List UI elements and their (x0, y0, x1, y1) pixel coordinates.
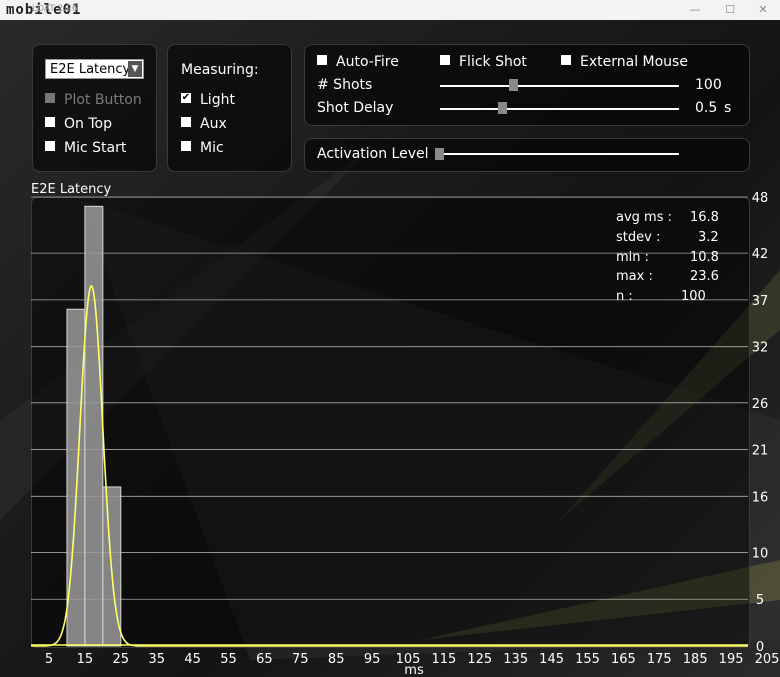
x-tick-label: 165 (611, 652, 636, 667)
histogram-bar (84, 205, 104, 647)
latency-histogram: 0510162126323742485 15 25 35 45 55 65 75 85 95 105… (31, 191, 780, 677)
y-tick-label: 5 (756, 593, 764, 608)
stat-n-value: 100 (681, 289, 706, 304)
x-tick-label: 185 (683, 652, 708, 667)
x-tick-label: 5 (45, 652, 53, 667)
y-tick-label: 32 (752, 341, 769, 356)
x-tick-label: 125 (467, 652, 492, 667)
x-tick-label: 155 (575, 652, 600, 667)
stat-n-label: n : (616, 289, 633, 304)
x-tick-label: 135 (503, 652, 528, 667)
stat-avg-label: avg ms : (616, 210, 672, 225)
x-tick-label: 55 (220, 652, 237, 667)
x-tick-label: 25 (113, 652, 130, 667)
x-tick-label: 65 (256, 652, 273, 667)
y-tick-label: 10 (752, 546, 769, 561)
stat-max-value: 23.6 (690, 269, 719, 284)
y-tick-label: 48 (752, 191, 769, 206)
x-tick-label: 95 (364, 652, 381, 667)
x-tick-label: 175 (647, 652, 672, 667)
y-tick-label: 42 (752, 247, 769, 262)
y-tick-label: 16 (752, 490, 769, 505)
y-tick-label: 37 (752, 294, 769, 309)
stat-max-label: max : (616, 269, 653, 284)
x-tick-label: 205 (755, 652, 780, 667)
x-tick-label: 145 (539, 652, 564, 667)
y-tick-label: 26 (752, 397, 769, 412)
histogram-bar (66, 308, 86, 647)
x-tick-label: 115 (431, 652, 456, 667)
stat-min-label: min : (616, 250, 650, 265)
x-tick-label: 75 (292, 652, 309, 667)
stat-min-value: 10.8 (690, 250, 719, 265)
stat-stdev-value: 3.2 (698, 230, 719, 245)
x-tick-label: 85 (328, 652, 345, 667)
distribution-curve (31, 284, 748, 647)
x-tick-label: 15 (77, 652, 94, 667)
x-axis-label: ms (404, 663, 424, 677)
x-tick-label: 45 (184, 652, 201, 667)
stat-stdev-label: stdev : (616, 230, 661, 245)
stat-avg-value: 16.8 (690, 210, 719, 225)
y-tick-label: 21 (752, 444, 769, 459)
x-tick-label: 195 (719, 652, 744, 667)
x-tick-label: 35 (148, 652, 165, 667)
